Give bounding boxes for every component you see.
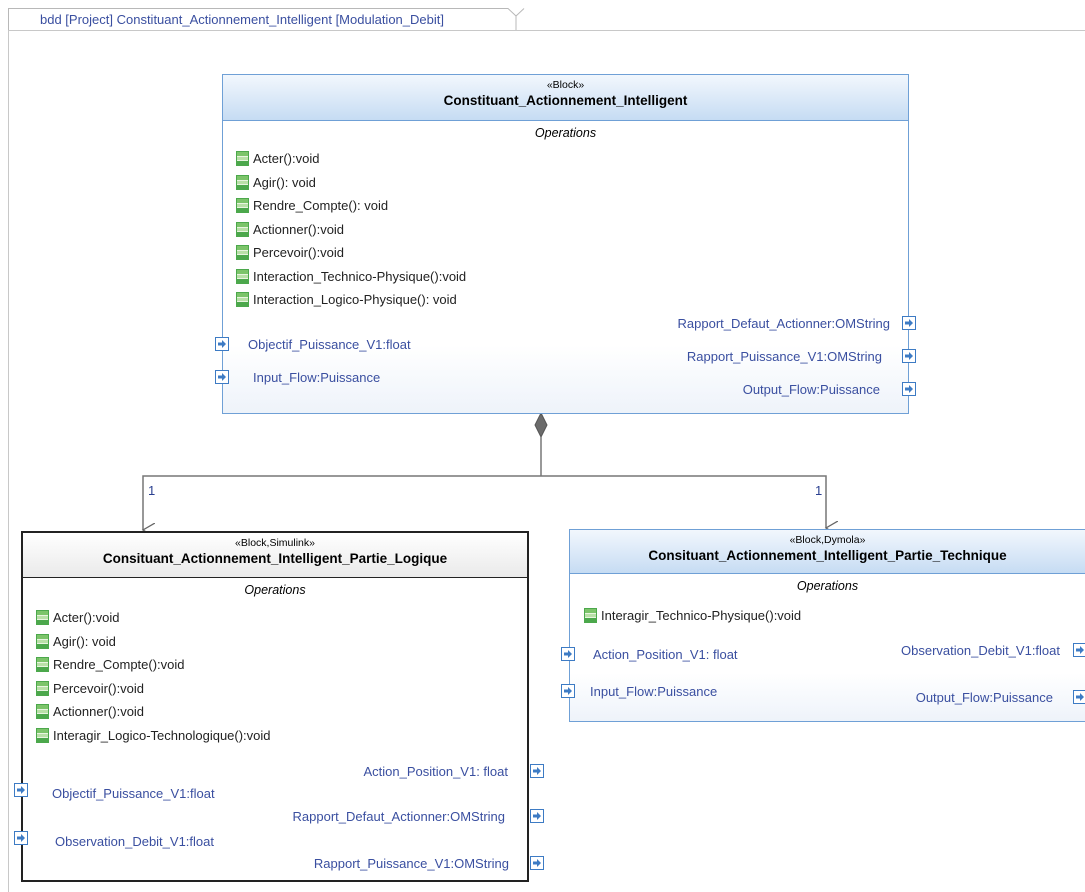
operation-icon — [36, 727, 49, 743]
operation-label: Actionner():void — [53, 704, 145, 719]
port-label: Observation_Debit_V1:float — [901, 643, 1060, 658]
flow-port-icon[interactable] — [1073, 643, 1085, 657]
block-name: Consituant_Actionnement_Intelligent_Part… — [102, 551, 448, 566]
operation-label: Interaction_Technico-Physique():void — [253, 268, 467, 284]
operation-icon — [236, 174, 249, 190]
association-line-technique — [541, 475, 826, 528]
port-label: Output_Flow:Puissance — [742, 382, 880, 397]
operation-icon — [584, 608, 597, 623]
operation-icon — [36, 680, 49, 696]
operation-item[interactable]: Interagir_Technico-Physique():void — [584, 606, 801, 626]
port-label: Objectif_Puissance_V1:float — [248, 337, 411, 352]
operation-icon — [236, 268, 249, 284]
operation-label: Agir(): void — [53, 633, 116, 649]
flow-port-icon[interactable] — [902, 349, 916, 363]
operation-item[interactable]: Rendre_Compte():void — [36, 655, 185, 675]
operation-item[interactable]: Agir(): void — [36, 632, 116, 652]
operation-label: Interagir_Logico-Technologique():void — [53, 727, 271, 743]
operation-item[interactable]: Percevoir():void — [36, 679, 144, 699]
port-label: Input_Flow:Puissance — [590, 684, 718, 699]
operation-icon — [36, 704, 49, 719]
composition-diamond-icon — [534, 411, 548, 439]
flow-port-icon[interactable] — [561, 647, 575, 661]
operation-label: Actionner():void — [253, 221, 345, 237]
operation-icon — [236, 198, 249, 213]
operation-item[interactable]: Acter():void — [36, 608, 119, 628]
port-label: Rapport_Defaut_Actionner:OMString — [677, 316, 890, 331]
operations-compartment-title: Operations — [244, 583, 306, 597]
port-label: Input_Flow:Puissance — [253, 370, 381, 385]
block-stereotype: «Block,Dymola» — [789, 534, 866, 546]
operation-label: Percevoir():void — [253, 245, 345, 260]
multiplicity-left: 1 — [148, 483, 156, 498]
association-line-logique — [143, 475, 541, 530]
flow-port-icon[interactable] — [215, 370, 229, 384]
flow-port-icon[interactable] — [14, 783, 28, 797]
operation-icon — [236, 245, 249, 260]
operation-item[interactable]: Interagir_Logico-Technologique():void — [36, 726, 271, 746]
port-label: Output_Flow:Puissance — [915, 690, 1053, 705]
operation-label: Agir(): void — [253, 174, 316, 190]
flow-port-icon[interactable] — [902, 382, 916, 396]
flow-port-icon[interactable] — [561, 684, 575, 698]
operation-item[interactable]: Interaction_Logico-Physique(): void — [236, 290, 457, 310]
port-label: Action_Position_V1: float — [363, 764, 508, 779]
operation-item[interactable]: Actionner():void — [236, 220, 344, 240]
operation-icon — [236, 151, 249, 166]
flow-port-icon[interactable] — [530, 809, 544, 823]
operation-item[interactable]: Acter():void — [236, 149, 319, 169]
operation-item[interactable]: Actionner():void — [36, 702, 144, 722]
flow-port-icon[interactable] — [902, 316, 916, 330]
flow-port-icon[interactable] — [14, 831, 28, 845]
operation-icon — [236, 292, 249, 307]
block-name: Consituant_Actionnement_Intelligent_Part… — [648, 548, 1007, 563]
operation-label: Acter():void — [253, 151, 320, 166]
operations-compartment-title: Operations — [534, 126, 597, 140]
block-name: Constituant_Actionnement_Intelligent — [443, 93, 688, 108]
flow-port-icon[interactable] — [530, 764, 544, 778]
block-stereotype: «Block,Simulink» — [235, 537, 315, 549]
flow-port-icon[interactable] — [215, 337, 229, 351]
operation-item[interactable]: Rendre_Compte(): void — [236, 196, 388, 216]
operation-label: Acter():void — [53, 610, 120, 625]
operation-icon — [36, 633, 49, 649]
flow-port-icon[interactable] — [1073, 690, 1085, 704]
operation-item[interactable]: Interaction_Technico-Physique():void — [236, 267, 466, 287]
flow-port-icon[interactable] — [530, 856, 544, 870]
operation-icon — [36, 657, 49, 672]
port-label: Action_Position_V1: float — [593, 647, 738, 662]
port-label: Objectif_Puissance_V1:float — [52, 786, 215, 801]
operation-label: Interagir_Technico-Physique():void — [601, 608, 802, 623]
operation-label: Rendre_Compte():void — [53, 657, 185, 672]
operation-label: Interaction_Logico-Physique(): void — [253, 292, 457, 307]
port-label: Rapport_Puissance_V1:OMString — [686, 349, 882, 364]
operation-icon — [236, 221, 249, 237]
block-header: «Block» Constituant_Actionnement_Intelli… — [223, 75, 908, 121]
block-stereotype: «Block» — [546, 79, 585, 91]
block-header: «Block,Simulink» Consituant_Actionnement… — [23, 533, 527, 578]
port-label: Rapport_Puissance_V1:OMString — [313, 856, 509, 871]
operation-label: Percevoir():void — [53, 680, 145, 696]
operation-label: Rendre_Compte(): void — [253, 198, 389, 213]
multiplicity-right: 1 — [815, 483, 823, 498]
operation-icon — [36, 610, 49, 625]
operations-compartment-title: Operations — [796, 579, 859, 593]
operation-item[interactable]: Agir(): void — [236, 173, 316, 193]
port-label: Observation_Debit_V1:float — [55, 834, 214, 849]
port-label: Rapport_Defaut_Actionner:OMString — [292, 809, 505, 824]
operation-item[interactable]: Percevoir():void — [236, 243, 344, 263]
block-header: «Block,Dymola» Consituant_Actionnement_I… — [570, 530, 1085, 574]
